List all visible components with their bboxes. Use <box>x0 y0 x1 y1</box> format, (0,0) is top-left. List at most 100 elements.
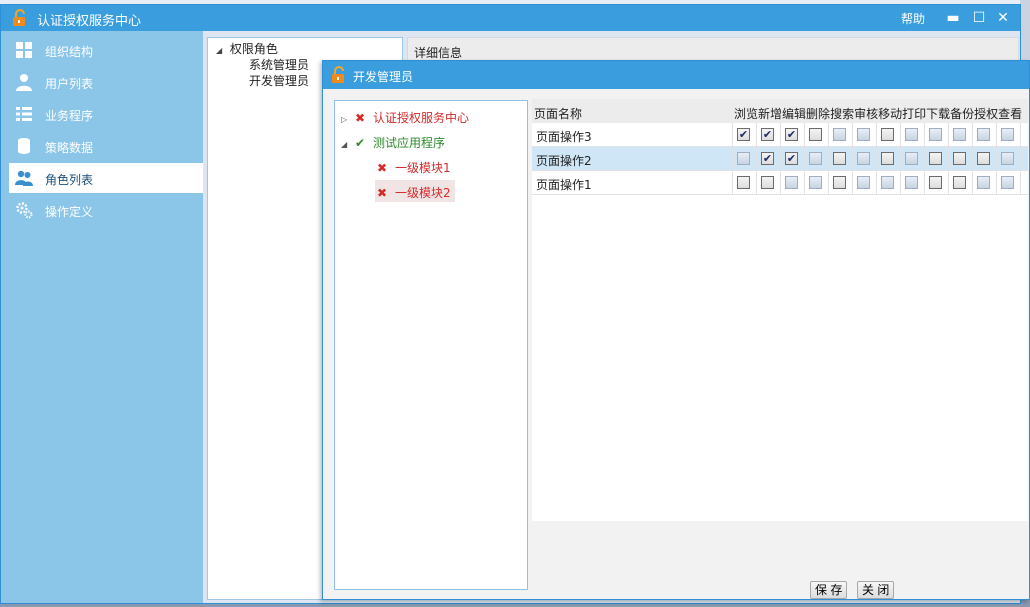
cell-divider <box>828 147 829 171</box>
sidebar-item-label: 业务程序 <box>45 109 94 123</box>
table-row[interactable]: 页面操作1 <box>532 171 1028 195</box>
permission-table: 页面名称 浏览新增编辑删除搜索审核移动打印下载备份授权查看 页面操作3 ✔ ✔ ✔ 页面… <box>532 99 1028 521</box>
role-tree-item-devadmin[interactable]: 开发管理员 <box>249 72 309 89</box>
permission-checkbox[interactable]: ✔ <box>737 128 750 141</box>
cell-divider <box>900 123 901 147</box>
module-label: 测试应用程序 <box>373 136 446 150</box>
denied-icon: ✖ <box>355 111 366 125</box>
permission-checkbox <box>857 152 870 165</box>
column-header-permission: 搜索 <box>830 107 855 121</box>
cell-divider <box>972 123 973 147</box>
table-row[interactable]: 页面操作3 ✔ ✔ ✔ <box>532 123 1028 147</box>
database-icon <box>18 138 30 154</box>
table-row[interactable]: 页面操作2 ✔ ✔ <box>532 147 1028 171</box>
sidebar-item-label: 组织结构 <box>45 45 94 59</box>
permission-checkbox <box>737 152 750 165</box>
column-header-permission: 下载 <box>926 107 951 121</box>
cell-divider <box>972 171 973 195</box>
sidebar-item-role-list[interactable]: 角色列表 <box>9 163 203 193</box>
expand-arrow-icon[interactable]: ◢ <box>216 46 226 55</box>
module-label: 认证授权服务中心 <box>373 111 470 125</box>
column-header-permission: 浏览 <box>734 107 759 121</box>
permission-checkbox[interactable] <box>953 176 966 189</box>
collapsed-arrow-icon[interactable]: ▷ <box>341 115 355 124</box>
sidebar-item-policy-data[interactable]: 策略数据 <box>9 131 203 161</box>
cell-divider <box>996 123 997 147</box>
cell-divider <box>972 147 973 171</box>
permission-checkbox[interactable] <box>929 152 942 165</box>
permission-column-headers: 浏览新增编辑删除搜索审核移动打印下载备份授权查看 <box>734 105 1022 122</box>
cell-divider <box>756 123 757 147</box>
permission-checkbox <box>977 176 990 189</box>
maximize-icon[interactable]: ☐ <box>969 8 989 28</box>
cell-divider <box>828 123 829 147</box>
cell-divider <box>804 147 805 171</box>
permission-checkbox <box>857 128 870 141</box>
column-header-permission: 授权 <box>974 107 999 121</box>
denied-icon: ✖ <box>377 161 388 175</box>
detail-header: 详细信息 <box>408 38 1018 62</box>
permission-checkbox[interactable]: ✔ <box>785 152 798 165</box>
cell-divider <box>1020 147 1021 171</box>
permission-checkbox <box>929 128 942 141</box>
cell-divider <box>780 147 781 171</box>
permission-checkbox[interactable] <box>977 152 990 165</box>
sidebar-item-business-programs[interactable]: 业务程序 <box>9 99 203 129</box>
column-header-permission: 移动 <box>878 107 903 121</box>
cell-divider <box>732 171 733 195</box>
role-tree-root-label: 权限角色 <box>229 42 278 56</box>
sidebar-item-label: 操作定义 <box>45 205 94 219</box>
sidebar-item-label: 策略数据 <box>45 141 94 155</box>
cell-divider <box>996 171 997 195</box>
permission-checkbox <box>1001 176 1014 189</box>
permission-checkbox <box>809 176 822 189</box>
cell-divider <box>876 147 877 171</box>
permission-checkbox[interactable]: ✔ <box>761 128 774 141</box>
permission-checkbox[interactable] <box>929 176 942 189</box>
module-label: 一级模块2 <box>395 186 451 200</box>
cell-divider <box>900 147 901 171</box>
expanded-arrow-icon[interactable]: ◢ <box>341 140 355 149</box>
sidebar-item-org-structure[interactable]: 组织结构 <box>9 35 203 65</box>
unlock-icon <box>13 9 25 26</box>
module-tree: ▷ ✖ 认证授权服务中心 ◢ ✔ 测试应用程序 ✖ 一级模块1 ✖ 一级模块2 <box>334 100 528 590</box>
permission-checkbox[interactable] <box>833 176 846 189</box>
column-header-permission: 新增 <box>758 107 783 121</box>
close-button[interactable]: 关 闭 <box>857 581 895 599</box>
permission-checkbox <box>881 176 894 189</box>
sidebar: 组织结构 用户列表 业务程序 策略数据 角色列表 操作定义 <box>1 31 203 603</box>
permission-dialog: 开发管理员 ▷ ✖ 认证授权服务中心 ◢ ✔ 测试应用程序 ✖ 一级模块1 ✖ 一级模块2 … <box>322 60 1030 600</box>
module-tree-item-auth-center[interactable]: ▷ ✖ 认证授权服务中心 <box>341 105 469 127</box>
module-tree-item-module-2[interactable]: ✖ 一级模块2 <box>375 180 455 202</box>
cell-divider <box>948 147 949 171</box>
sidebar-item-operation-definition[interactable]: 操作定义 <box>9 195 203 225</box>
main-titlebar: 认证授权服务中心 帮助 ▬ ☐ ✕ <box>1 5 1020 31</box>
role-tree-item-sysadmin[interactable]: 系统管理员 <box>249 56 309 73</box>
sidebar-item-user-list[interactable]: 用户列表 <box>9 67 203 97</box>
permission-checkbox[interactable] <box>833 152 846 165</box>
permission-checkbox <box>905 176 918 189</box>
permission-checkbox[interactable] <box>737 176 750 189</box>
module-label: 一级模块1 <box>395 161 451 175</box>
page-name-cell: 页面操作3 <box>536 130 592 144</box>
permission-checkbox <box>953 128 966 141</box>
cell-divider <box>732 123 733 147</box>
save-button[interactable]: 保 存 <box>810 581 848 599</box>
close-icon[interactable]: ✕ <box>993 8 1013 28</box>
permission-checkbox[interactable] <box>761 176 774 189</box>
permission-checkbox[interactable]: ✔ <box>761 152 774 165</box>
permission-checkbox <box>785 176 798 189</box>
minimize-icon[interactable]: ▬ <box>943 8 963 28</box>
permission-checkbox[interactable] <box>881 152 894 165</box>
permission-checkbox[interactable] <box>809 128 822 141</box>
permission-checkbox[interactable] <box>881 128 894 141</box>
unlock-icon <box>332 66 344 83</box>
help-link[interactable]: 帮助 <box>901 10 925 27</box>
module-tree-item-module-1[interactable]: ✖ 一级模块1 <box>375 155 455 177</box>
module-tree-item-test-app[interactable]: ◢ ✔ 测试应用程序 <box>341 130 445 152</box>
permission-checkbox[interactable]: ✔ <box>785 128 798 141</box>
cell-divider <box>1020 171 1021 195</box>
cell-divider <box>948 171 949 195</box>
permission-checkbox[interactable] <box>953 152 966 165</box>
role-tree-root[interactable]: ◢ 权限角色 <box>216 40 278 57</box>
